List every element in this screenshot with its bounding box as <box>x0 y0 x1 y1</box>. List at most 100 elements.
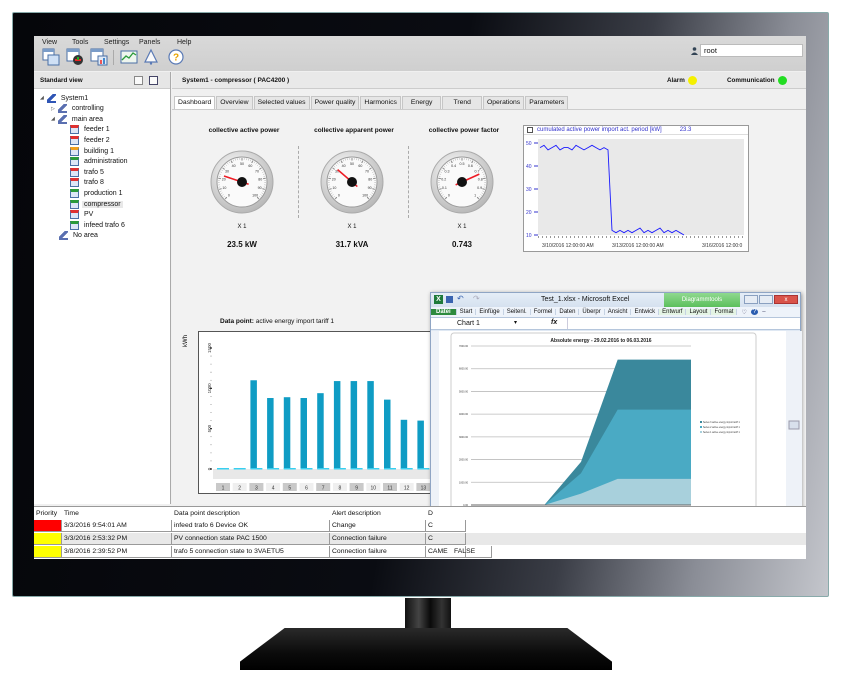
menu-help[interactable]: Help <box>177 39 191 46</box>
minimize-ribbon-icon[interactable]: – <box>762 309 765 315</box>
ribbon-tab-layout[interactable]: Layout <box>686 309 712 315</box>
tab-harmonics[interactable]: Harmonics <box>360 96 401 109</box>
heart-icon[interactable]: ♡ <box>741 309 746 316</box>
ribbon-tab-ansicht[interactable]: Ansicht <box>605 309 632 315</box>
tree-item-label: building 1 <box>84 147 114 155</box>
tree-item[interactable]: infeed trafo 6 <box>62 220 127 230</box>
undo-icon[interactable]: ↶ <box>457 294 464 303</box>
gauge-tick-label: 1 <box>474 194 476 198</box>
tree-item[interactable]: building 1 <box>62 146 116 156</box>
tree-item-label: No area <box>73 232 98 240</box>
tree-item[interactable]: administration <box>62 157 130 167</box>
tab-operations[interactable]: Operations <box>482 96 525 109</box>
ribbon-tab-überpr[interactable]: Überpr <box>579 309 605 315</box>
bar-x-tick: 3 <box>255 486 258 492</box>
bar-this-month <box>350 381 358 469</box>
area-legend-swatch <box>700 421 702 423</box>
ribbon-tab-format[interactable]: Format <box>711 309 738 315</box>
tab-power-quality[interactable]: Power quality <box>310 96 360 109</box>
alarm-description: trafo 5 connection state to 3VAETU5 <box>172 546 330 558</box>
formula-input[interactable] <box>567 318 791 329</box>
menu-panels[interactable]: Panels <box>139 39 160 46</box>
ribbon-tab-datei[interactable]: Datei <box>431 309 457 315</box>
ribbon-tab-start[interactable]: Start <box>457 309 477 315</box>
help-icon[interactable]: ? <box>167 48 185 66</box>
trend-panel: cumulated active power import act. perio… <box>523 125 749 252</box>
trend-series-checkbox[interactable] <box>527 127 533 133</box>
maximize-button[interactable] <box>759 295 773 304</box>
trend-chart-icon[interactable] <box>120 48 138 66</box>
alarm-bell-icon[interactable] <box>142 48 160 66</box>
save-icon[interactable] <box>446 296 453 303</box>
edit-tree-button[interactable] <box>149 76 158 85</box>
column-header[interactable]: Alert description <box>330 508 426 520</box>
area-icon <box>57 104 67 114</box>
column-header[interactable]: Time <box>62 508 172 520</box>
alarm-row[interactable]: 3/8/2016 2:39:52 PM trafo 5 connection st… <box>34 546 806 558</box>
alarm-row[interactable]: 3/3/2016 9:54:01 AM infeed trafo 6 Device… <box>34 520 806 532</box>
tree-item[interactable]: ▷ controlling <box>51 104 106 114</box>
collapse-icon[interactable]: ◢ <box>40 95 44 101</box>
alarm-row[interactable]: 3/3/2016 2:53:32 PM PV connection state P… <box>34 533 806 545</box>
name-box[interactable]: Chart 1 <box>457 320 480 327</box>
tab-overview[interactable]: Overview <box>216 96 253 109</box>
name-box-dropdown-icon[interactable]: ▾ <box>514 319 517 326</box>
ribbon-tab-seitenl[interactable]: Seitenl. <box>504 309 531 315</box>
tab-parameters[interactable]: Parameters <box>525 96 569 109</box>
tree-item-label: compressor <box>82 200 123 208</box>
tree-item[interactable]: compressor <box>62 199 123 209</box>
tree-item[interactable]: feeder 2 <box>62 135 112 145</box>
bar-y-minor-tick <box>210 428 212 430</box>
excel-chart-sheet: Absolute energy - 29.02.2016 to 06.03.20… <box>431 331 802 521</box>
tab-selected-values[interactable]: Selected values <box>253 96 310 109</box>
left-navigation-pane: Standard view ◢ System1 ▷ controlling ◢ main … <box>34 72 171 504</box>
column-header[interactable]: D <box>426 508 466 520</box>
tree-item[interactable]: ◢ System1 <box>40 93 90 103</box>
ribbon-tab-entwurf[interactable]: Entwurf <box>659 309 687 315</box>
alarm-extra-value: FALSE <box>452 546 492 558</box>
apparent-power-value: 31.7 kVA <box>335 240 369 249</box>
edit-view-button[interactable] <box>134 76 143 85</box>
gauge-tick-label: 100 <box>252 194 258 198</box>
menu-tools[interactable]: Tools <box>72 39 88 46</box>
tree-item[interactable]: No area <box>51 231 100 241</box>
tree-item[interactable]: feeder 1 <box>62 125 112 135</box>
ribbon-tab-daten[interactable]: Daten <box>556 309 580 315</box>
fx-icon[interactable]: fx <box>551 319 557 326</box>
tab-energy[interactable]: Energy <box>401 96 442 109</box>
ribbon-tab-einfüge[interactable]: Einfüge <box>476 309 504 315</box>
menu-settings[interactable]: Settings <box>104 39 129 46</box>
menu-view[interactable]: View <box>42 39 57 46</box>
device-ok-icon <box>70 220 79 230</box>
tree-item[interactable]: trafo 5 <box>62 167 106 177</box>
help-icon[interactable]: ? <box>750 309 759 315</box>
collapse-icon[interactable]: ◢ <box>51 116 55 122</box>
tree-item-label: PV <box>84 211 94 219</box>
redo-icon[interactable]: ↷ <box>473 294 480 303</box>
ribbon-tab-entwick[interactable]: Entwick <box>631 309 660 315</box>
tab-trend[interactable]: Trend <box>442 96 482 109</box>
view-meter-icon[interactable] <box>66 48 84 66</box>
tree-item[interactable]: production 1 <box>62 188 125 198</box>
tree-item[interactable]: ◢ main area <box>51 114 105 124</box>
close-button[interactable]: x <box>774 295 798 304</box>
excel-ribbon-tabs: Datei Start Einfüge Seitenl. Formel Daten Über… <box>431 307 800 318</box>
column-header[interactable]: Priority <box>34 508 62 520</box>
tree-item[interactable]: PV <box>62 210 95 220</box>
expand-icon[interactable]: ▷ <box>51 106 55 112</box>
view-report-icon[interactable] <box>90 48 108 66</box>
minimize-button[interactable] <box>744 295 758 304</box>
bar-this-month <box>417 420 424 469</box>
device-error-icon <box>70 167 79 177</box>
column-header[interactable]: Data point description <box>172 508 330 520</box>
tree-item[interactable]: trafo 8 <box>62 178 106 188</box>
view-layout-icon[interactable] <box>42 48 60 66</box>
trend-x-tick: 3/13/2016 12:00:00 AM <box>612 243 664 249</box>
trend-x-tick: 3/16/2016 12:00:0 <box>702 243 743 249</box>
gauge-apparent-power: 0102030405060708090100 <box>320 150 384 214</box>
left-pane-title: Standard view <box>40 77 83 84</box>
user-field[interactable]: root <box>700 44 803 57</box>
alarm-table-header: Priority Time Data point description Alert … <box>34 508 806 520</box>
ribbon-tab-formel[interactable]: Formel <box>531 309 557 315</box>
tab-dashboard[interactable]: Dashboard <box>174 96 216 109</box>
